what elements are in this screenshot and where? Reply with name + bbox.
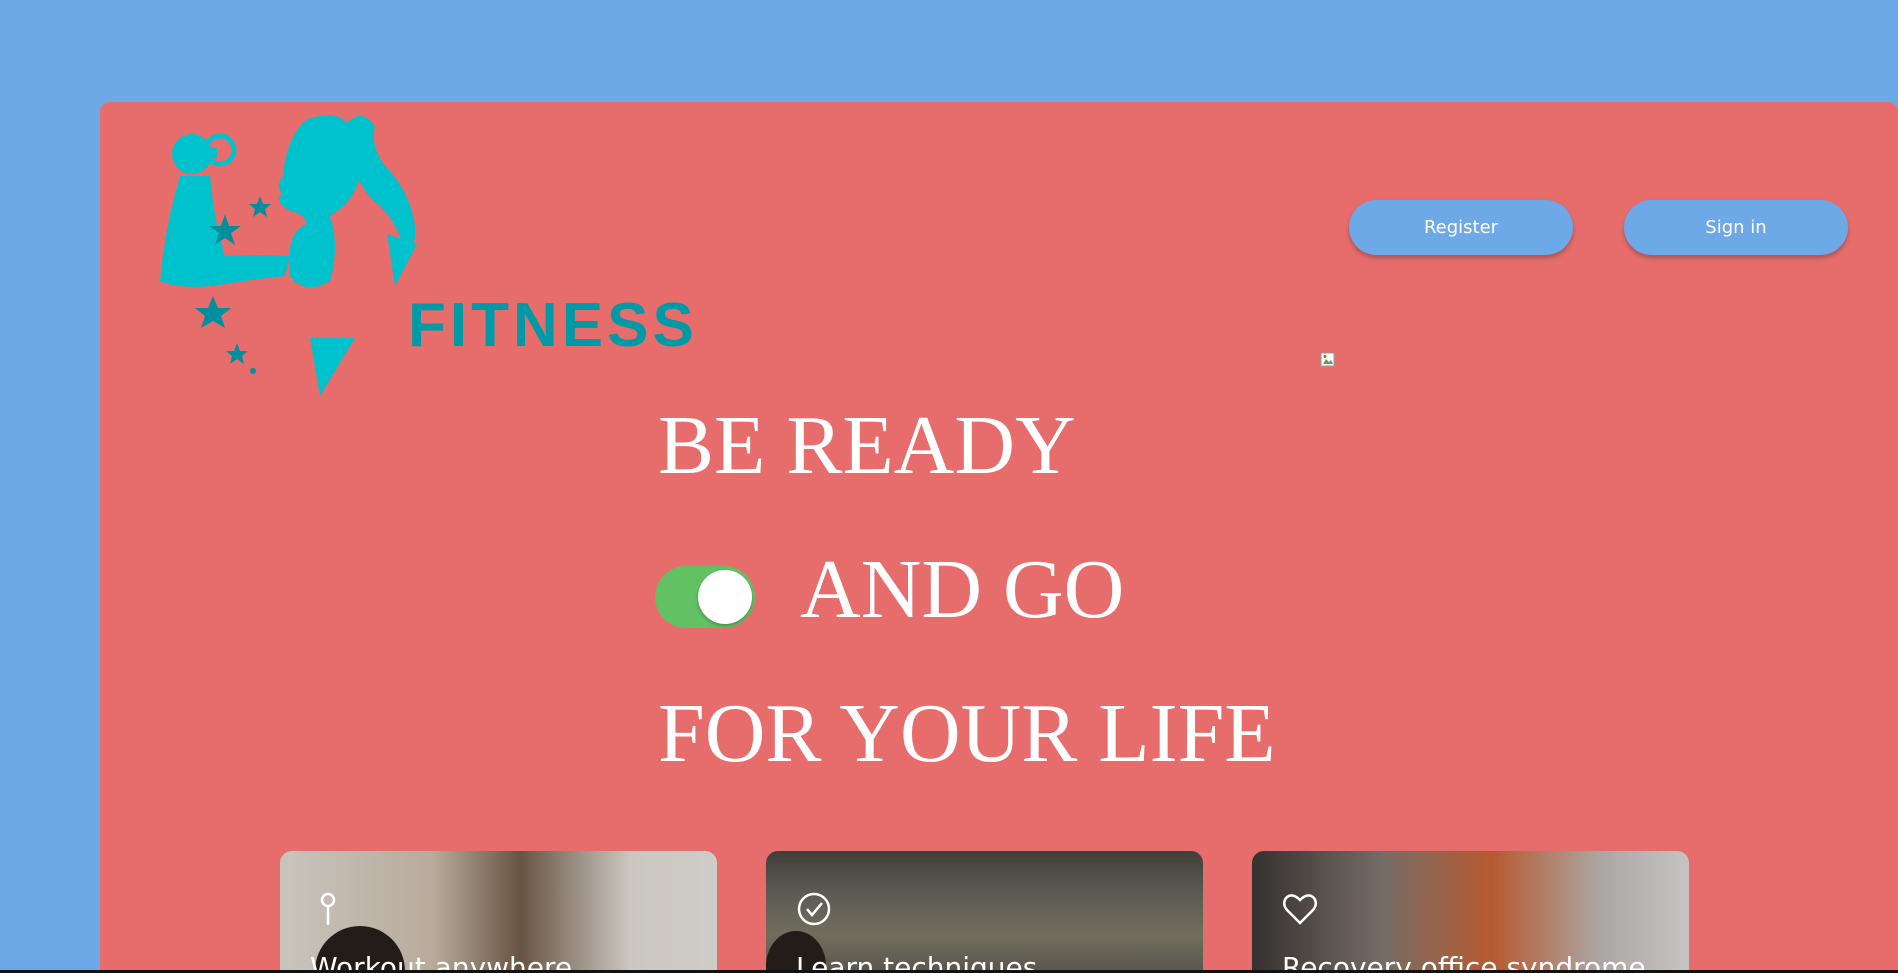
hero-toggle-switch[interactable]	[655, 566, 755, 628]
toggle-knob	[698, 570, 752, 624]
pin-icon	[320, 892, 336, 925]
heart-icon	[1283, 894, 1317, 925]
check-circle-icon	[797, 892, 831, 926]
hero-line-3: FOR YOUR LIFE	[658, 687, 1276, 780]
register-button[interactable]: Register	[1349, 200, 1573, 255]
sign-in-button[interactable]: Sign in	[1624, 200, 1848, 255]
main-panel: FITNESS Register Sign in BE READY AND GO…	[100, 102, 1898, 973]
feature-card-recovery[interactable]: Recovery office syndrome	[1252, 851, 1689, 973]
page: FITNESS Register Sign in BE READY AND GO…	[0, 0, 1898, 973]
logo-text: FITNESS	[408, 291, 698, 360]
feature-card-workout[interactable]: Workout anywhere	[280, 851, 717, 973]
hero-line-1: BE READY	[658, 399, 1076, 492]
fitness-logo[interactable]: FITNESS	[155, 106, 694, 396]
feature-card-techniques[interactable]: Learn techniques	[766, 851, 1203, 973]
hero-line-2: AND GO	[800, 543, 1125, 636]
broken-image-icon	[1320, 352, 1335, 367]
